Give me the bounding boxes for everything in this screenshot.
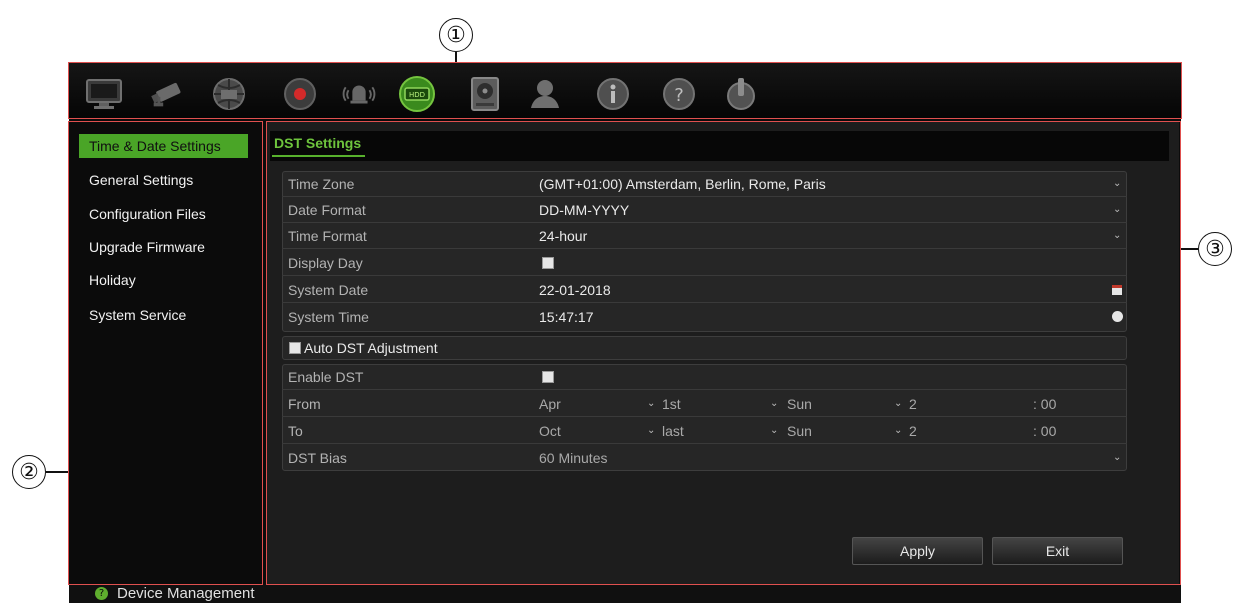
sidebar-highlight-frame [68,121,263,585]
help-icon: ? [95,587,108,600]
callout-2: ② [12,455,46,489]
callout-3: ③ [1198,232,1232,266]
callout-1: ① [439,18,473,52]
status-label: Device Management [117,585,255,602]
toolbar-highlight-frame [68,62,1182,119]
content-highlight-frame [266,121,1181,585]
